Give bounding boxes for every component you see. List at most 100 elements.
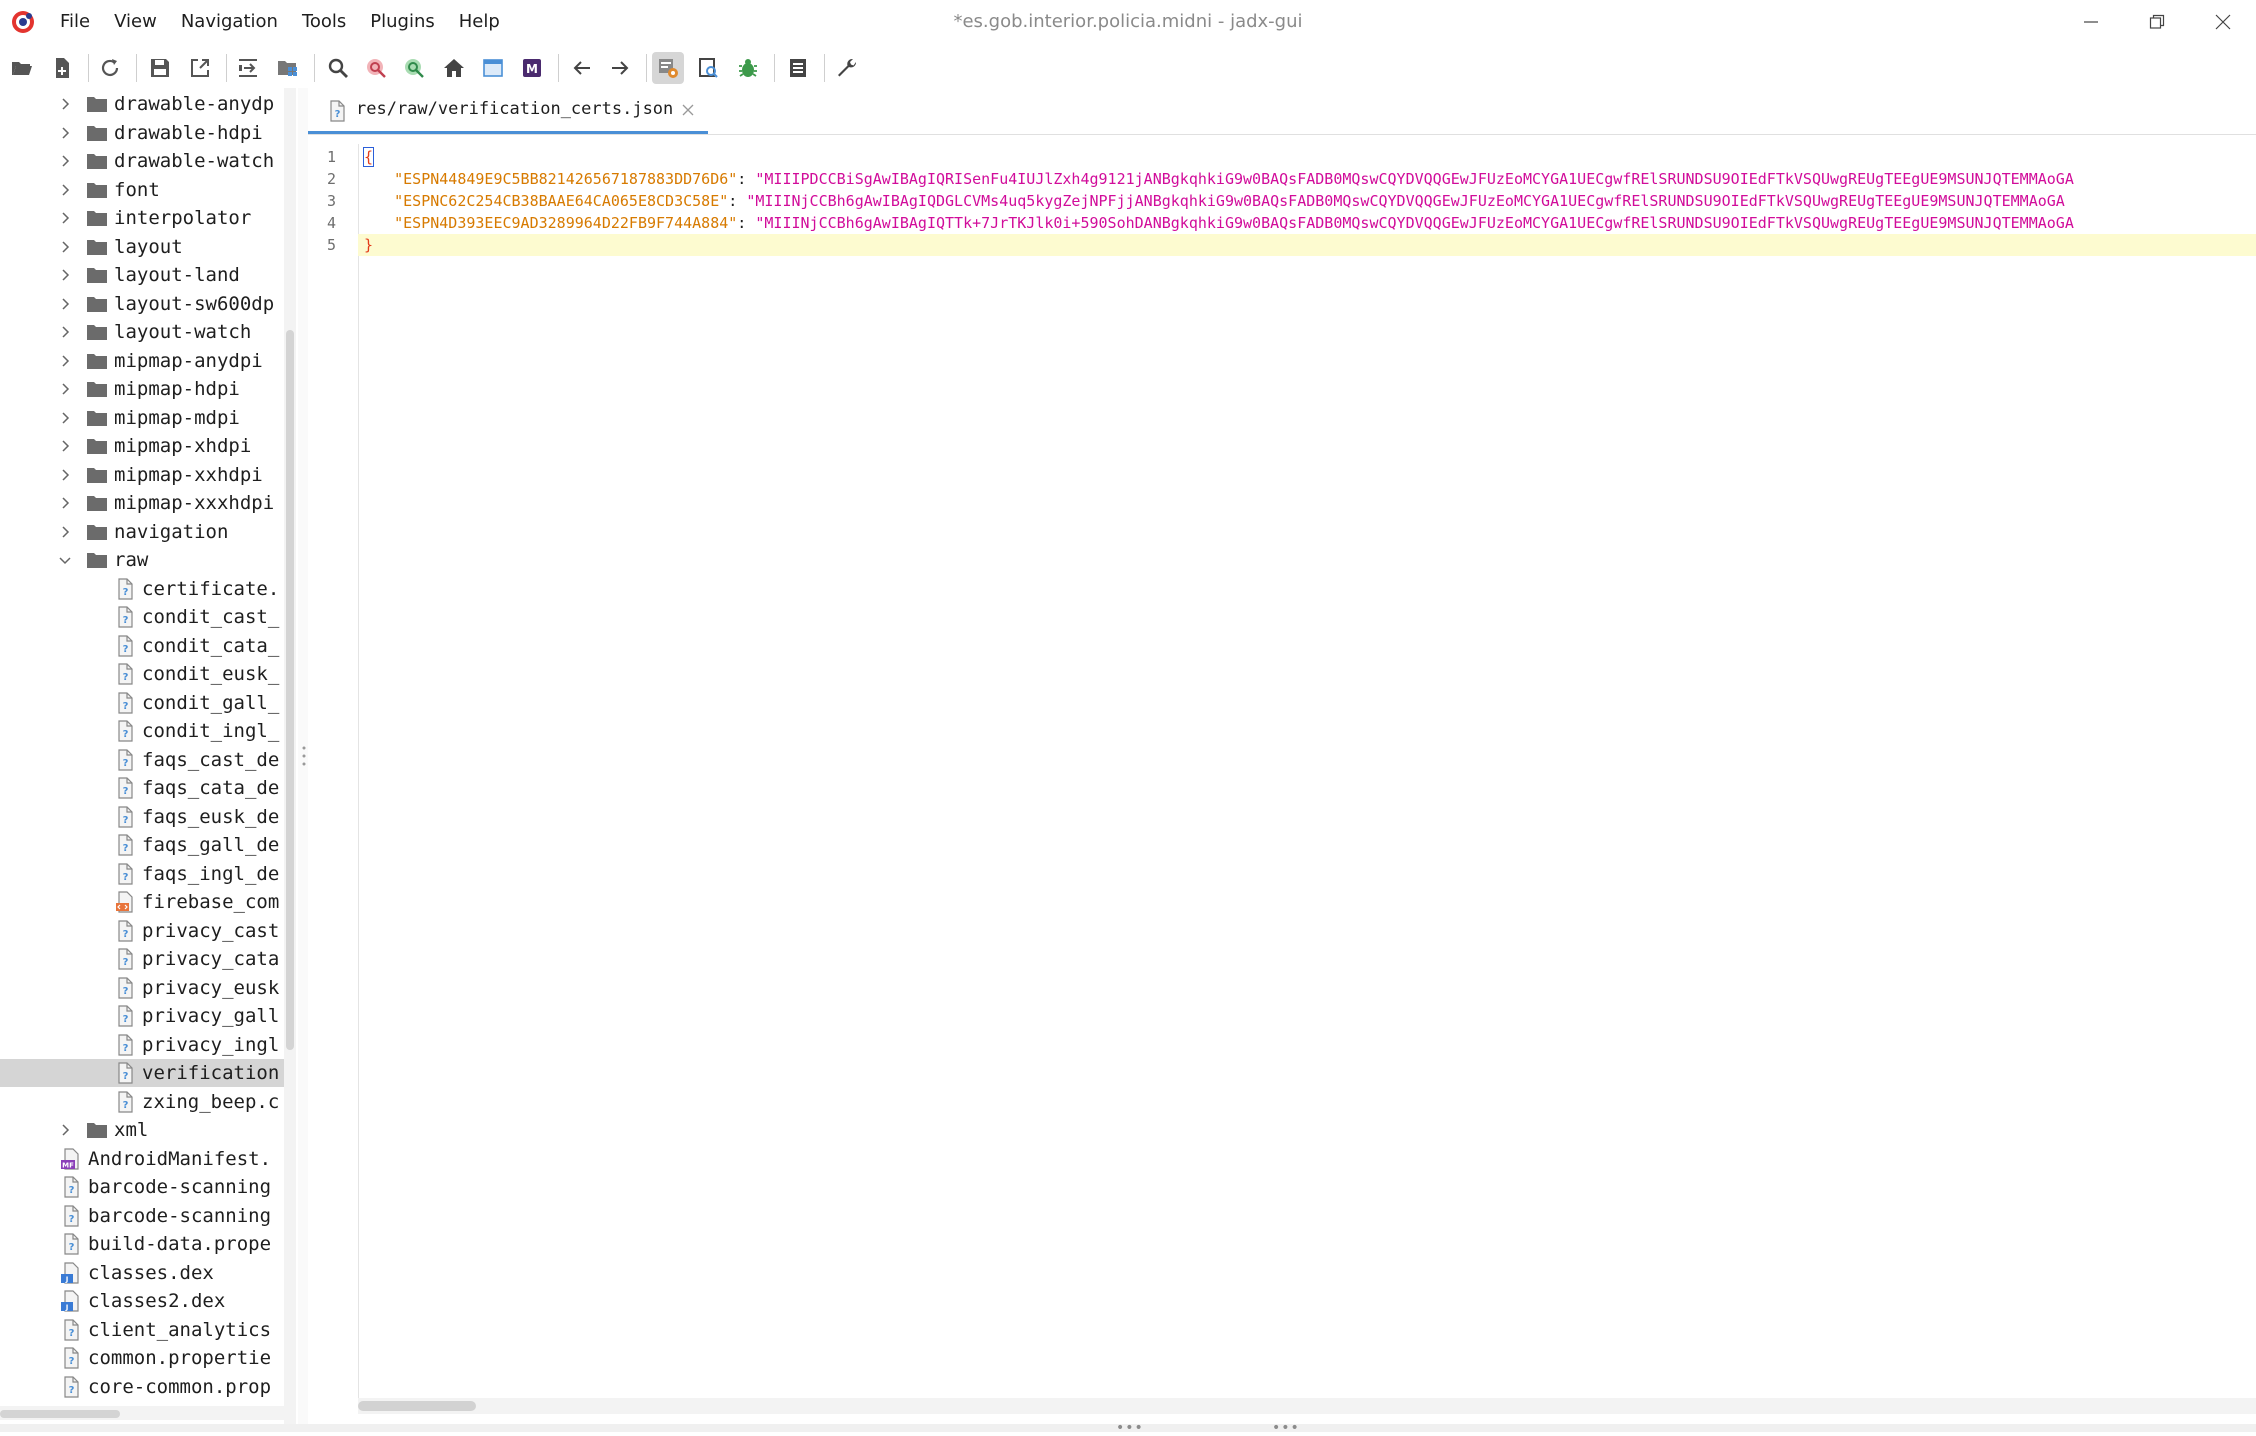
code-line[interactable]: "ESPN4D393EEC9AD3289964D22FB9F744A884": … (358, 212, 2256, 234)
sync-with-editor-button[interactable] (232, 52, 264, 84)
tree-file[interactable]: ? faqs_cata_de (0, 774, 284, 802)
chevron-right-icon[interactable] (56, 352, 74, 370)
tree-folder[interactable]: interpolator (0, 204, 284, 232)
preferences-button[interactable] (832, 52, 864, 84)
tree-file[interactable]: ? common.propertie (0, 1344, 284, 1372)
close-window-button[interactable] (2190, 0, 2256, 44)
tree-file[interactable]: ? build-data.prope (0, 1230, 284, 1258)
chevron-right-icon[interactable] (56, 523, 74, 541)
code-line[interactable]: "ESPNC62C254CB38BAAE64CA065E8CD3C58E": "… (358, 190, 2256, 212)
reload-button[interactable] (94, 52, 126, 84)
tree-folder[interactable]: layout-land (0, 261, 284, 289)
tree-file[interactable]: ? condit_cata_ (0, 632, 284, 660)
tree-file[interactable]: ? faqs_eusk_de (0, 803, 284, 831)
menu-help[interactable]: Help (447, 0, 512, 44)
tree-file[interactable]: ? privacy_cast (0, 917, 284, 945)
editor-horizontal-scrollbar[interactable] (358, 1398, 2256, 1414)
chevron-right-icon[interactable] (56, 466, 74, 484)
tree-file[interactable]: firebase_com (0, 888, 284, 916)
tree-file[interactable]: MF AndroidManifest. (0, 1145, 284, 1173)
back-button[interactable] (566, 52, 598, 84)
menu-plugins[interactable]: Plugins (358, 0, 446, 44)
log-viewer-button[interactable] (782, 52, 814, 84)
forward-button[interactable] (604, 52, 636, 84)
home-button[interactable] (438, 52, 470, 84)
chevron-right-icon[interactable] (56, 437, 74, 455)
tree-folder[interactable]: layout-sw600dp (0, 290, 284, 318)
tree-file[interactable]: ? privacy_ingl (0, 1031, 284, 1059)
chevron-right-icon[interactable] (56, 295, 74, 313)
tree-folder[interactable]: navigation (0, 518, 284, 546)
tree-file[interactable]: ? faqs_cast_de (0, 746, 284, 774)
menu-file[interactable]: File (48, 0, 102, 44)
tab-verification-certs[interactable]: ? res/raw/verification_certs.json (308, 88, 708, 134)
chevron-right-icon[interactable] (56, 323, 74, 341)
chevron-right-icon[interactable] (56, 152, 74, 170)
tree-file[interactable]: ? certificate. (0, 575, 284, 603)
tree-file[interactable]: ? barcode-scanning (0, 1202, 284, 1230)
tree-file[interactable]: ? barcode-scanning (0, 1173, 284, 1201)
tree-file[interactable]: ? core-common.prop (0, 1373, 284, 1401)
tree-folder[interactable]: layout (0, 233, 284, 261)
tree-file[interactable]: ? client_analytics (0, 1316, 284, 1344)
restore-button[interactable] (2124, 0, 2190, 44)
chevron-right-icon[interactable] (56, 209, 74, 227)
tree-file[interactable]: ? condit_gall_ (0, 689, 284, 717)
add-files-button[interactable] (46, 52, 78, 84)
code-line[interactable]: } (358, 234, 2256, 256)
tree-file[interactable]: ? verification (0, 1059, 284, 1087)
chevron-right-icon[interactable] (56, 409, 74, 427)
chevron-right-icon[interactable] (56, 380, 74, 398)
flatten-packages-button[interactable] (272, 52, 304, 84)
chevron-right-icon[interactable] (56, 494, 74, 512)
decompile-mode-button[interactable] (652, 52, 684, 84)
minimize-button[interactable] (2058, 0, 2124, 44)
mapping-button[interactable]: M (516, 52, 548, 84)
find-usage-button[interactable] (360, 52, 392, 84)
frame-button[interactable] (477, 52, 509, 84)
tree-file[interactable]: ? condit_ingl_ (0, 717, 284, 745)
open-file-button[interactable] (6, 52, 38, 84)
tree-horizontal-scroll-thumb[interactable] (0, 1410, 120, 1418)
tree-folder[interactable]: drawable-hdpi (0, 119, 284, 147)
search-button[interactable] (322, 52, 354, 84)
tree-folder[interactable]: mipmap-xhdpi (0, 432, 284, 460)
tree-folder[interactable]: xml (0, 1116, 284, 1144)
menu-tools[interactable]: Tools (290, 0, 358, 44)
tree-folder[interactable]: mipmap-xxhdpi (0, 461, 284, 489)
tree-folder[interactable]: raw (0, 546, 284, 574)
tree-file[interactable]: ? faqs_gall_de (0, 831, 284, 859)
editor-horizontal-scroll-thumb[interactable] (358, 1401, 476, 1411)
chevron-right-icon[interactable] (56, 124, 74, 142)
tree-folder[interactable]: layout-watch (0, 318, 284, 346)
chevron-right-icon[interactable] (56, 238, 74, 256)
chevron-right-icon[interactable] (56, 1121, 74, 1139)
tree-file[interactable]: ? faqs_ingl_de (0, 860, 284, 888)
tree-file[interactable]: ? privacy_gall (0, 1002, 284, 1030)
tree-folder[interactable]: font (0, 176, 284, 204)
tree-file[interactable]: ? condit_cast_ (0, 603, 284, 631)
menu-view[interactable]: View (102, 0, 169, 44)
tree-file[interactable]: ? privacy_cata (0, 945, 284, 973)
save-all-button[interactable] (144, 52, 176, 84)
menu-navigation[interactable]: Navigation (169, 0, 290, 44)
code-line[interactable]: "ESPN44849E9C5BB821426567187883DD76D6": … (358, 168, 2256, 190)
tree-folder[interactable]: mipmap-anydpi (0, 347, 284, 375)
tab-close-icon[interactable] (680, 102, 696, 118)
chevron-right-icon[interactable] (56, 95, 74, 113)
tree-folder[interactable]: mipmap-xxxhdpi (0, 489, 284, 517)
code-line[interactable]: { (358, 146, 2256, 168)
tree-file[interactable]: ? condit_eusk_ (0, 660, 284, 688)
tree-file[interactable]: Jclasses2.dex (0, 1287, 284, 1315)
export-button[interactable] (184, 52, 216, 84)
tree-vertical-scroll-thumb[interactable] (286, 330, 294, 1050)
chevron-right-icon[interactable] (56, 181, 74, 199)
tree-folder[interactable]: drawable-anydp (0, 90, 284, 118)
tree-folder[interactable]: drawable-watch (0, 147, 284, 175)
deobfuscation-button[interactable] (692, 52, 724, 84)
debugger-button[interactable] (732, 52, 764, 84)
tree-folder[interactable]: mipmap-hdpi (0, 375, 284, 403)
tree-file[interactable]: ? privacy_eusk (0, 974, 284, 1002)
goto-class-button[interactable] (398, 52, 430, 84)
code-area[interactable]: { "ESPN44849E9C5BB821426567187883DD76D6"… (358, 144, 2256, 1398)
